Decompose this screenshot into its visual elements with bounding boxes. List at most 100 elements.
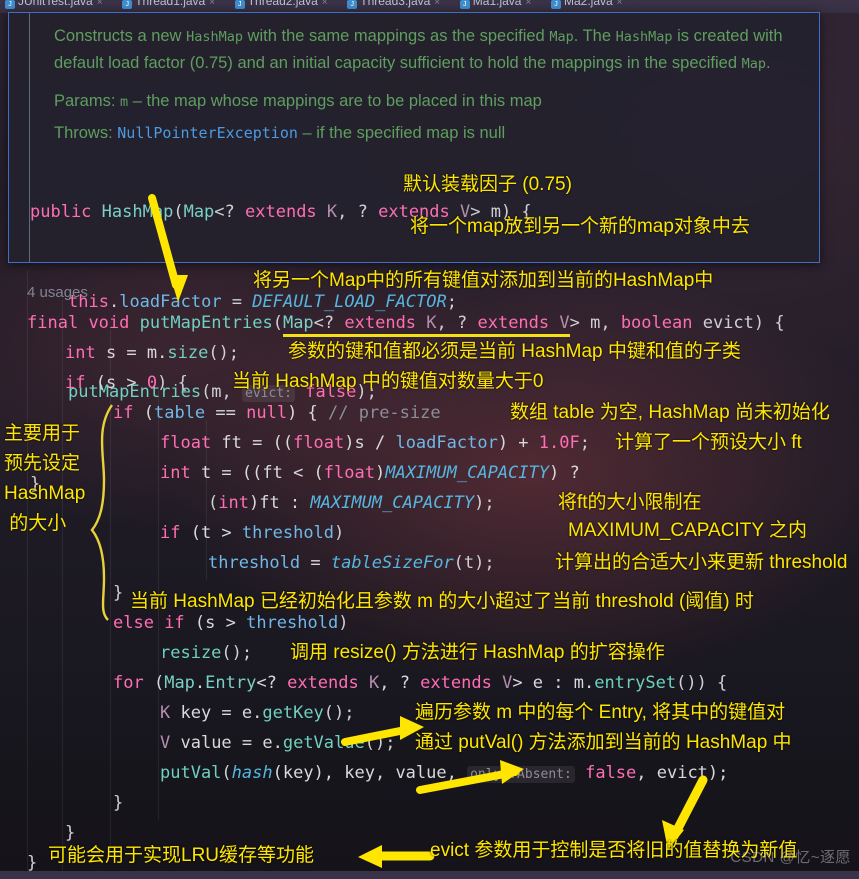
annotation-subtype: 参数的键和值都必须是当前 HashMap 中键和值的子类	[288, 341, 741, 362]
tok-plain: ) ?	[548, 463, 580, 483]
usages-inlay[interactable]: 4 usages	[27, 278, 88, 308]
tok-punc: ()) {	[676, 673, 728, 693]
annotation-presize-ft: 计算了一个预设大小 ft	[615, 432, 802, 453]
code-line-signature[interactable]: final void putMapEntries(Map<? extends K…	[27, 308, 859, 338]
tok-constant: MAXIMUM_CAPACITY	[310, 493, 475, 513]
tab-thread3[interactable]: J Thread3.java ×	[342, 0, 445, 10]
tok-punc: ;	[579, 433, 590, 453]
close-icon[interactable]: ×	[434, 0, 440, 8]
tok-method: putMapEntries	[139, 313, 273, 333]
tok-method: tableSizeFor	[330, 553, 454, 573]
tab-ma2[interactable]: J Ma2.java ×	[546, 0, 628, 10]
tok-class: Entry	[205, 673, 257, 693]
tok-plain: <?	[256, 673, 288, 693]
tok-plain: ) {	[287, 403, 329, 423]
tok-kw: float	[323, 463, 375, 483]
code-line-for[interactable]: for (Map.Entry<? extends K, ? extends V>…	[113, 668, 859, 698]
tab-junittest[interactable]: J JUnitTest.java ×	[0, 0, 108, 10]
annotation-add-all-entries: 将另一个Map中的所有键值对添加到当前的HashMap中	[253, 270, 714, 291]
annotation-exceed-threshold: 当前 HashMap 已经初始化且参数 m 的大小超过了当前 threshold…	[130, 591, 754, 612]
doc-text: .	[766, 54, 771, 72]
ide-window: J JUnitTest.java × J Thread1.java × J Thread2…	[0, 0, 859, 879]
tok-kw: float	[293, 433, 345, 453]
tok-punc: (t);	[453, 553, 495, 573]
java-file-icon: J	[234, 0, 245, 9]
tab-label: Thread1.java	[135, 0, 206, 8]
tok-class: Map	[282, 313, 314, 333]
tok-plain: (	[143, 673, 165, 693]
tok-method: size	[167, 343, 209, 363]
tok-method: getValue	[282, 733, 365, 753]
tok-punc: }	[113, 793, 124, 813]
tok-punc: }	[27, 853, 38, 873]
tab-ma1[interactable]: J Ma1.java ×	[455, 0, 537, 10]
close-icon[interactable]: ×	[322, 0, 328, 8]
tok-type: K	[316, 202, 338, 222]
tok-punc: )	[334, 523, 345, 543]
annotation-update-threshold: 计算出的合适大小来更新 threshold	[555, 552, 848, 573]
tok-punc: (	[272, 313, 283, 333]
tok-type: V	[160, 733, 171, 753]
tok-plain: s = m.	[95, 343, 168, 363]
tok-plain: ==	[205, 403, 247, 423]
tok-type: K	[160, 703, 171, 723]
annotation-iterate-line1: 遍历参数 m 中的每个 Entry, 将其中的键值对	[415, 702, 786, 723]
tok-plain: =	[300, 553, 331, 573]
tok-method: putVal	[160, 763, 222, 783]
tok-class: HashMap	[101, 202, 174, 222]
tok-comment: // pre-size	[328, 403, 441, 423]
tok-punc: }	[113, 583, 124, 603]
doc-text: with the same mappings as the specified	[242, 27, 550, 45]
close-icon[interactable]: ×	[617, 0, 623, 8]
close-icon[interactable]: ×	[209, 0, 215, 8]
close-icon[interactable]: ×	[97, 0, 103, 8]
param-desc: – the map whose mappings are to be place…	[128, 92, 542, 110]
tok-kw: int	[160, 463, 191, 483]
doc-text: . The	[573, 27, 616, 45]
param-name: m	[120, 94, 129, 110]
tok-plain: ft = ((	[211, 433, 294, 453]
tok-kw: extends	[245, 202, 317, 222]
doc-code-hashmap: HashMap	[186, 29, 243, 45]
tok-class: Map	[164, 673, 195, 693]
java-file-icon: J	[5, 0, 15, 9]
tok-method: hash	[231, 763, 273, 783]
tab-thread1[interactable]: J Thread1.java ×	[117, 0, 220, 10]
annotation-limit-line2: MAXIMUM_CAPACITY 之内	[568, 520, 807, 541]
annotation-left-line4: 的大小	[4, 513, 67, 534]
tok-plain: t = ((ft < (	[190, 463, 324, 483]
tok-punc: ) {	[157, 373, 188, 393]
code-line-t[interactable]: int t = ((ft < (float)MAXIMUM_CAPACITY) …	[160, 458, 859, 488]
tab-label: Ma2.java	[563, 0, 613, 8]
code-line-brace-1[interactable]: }	[113, 788, 859, 818]
tok-plain: )ft :	[248, 493, 311, 513]
tab-label: JUnitTest.java	[18, 0, 93, 8]
tok-kw: final	[27, 313, 79, 333]
tok-type: V	[549, 313, 570, 333]
tok-plain: > e : m.	[512, 673, 595, 693]
doc-code-hashmap: HashMap	[615, 29, 673, 45]
tok-plain: , evict);	[636, 763, 729, 783]
tok-punc: ();	[323, 703, 355, 723]
tok-kw: public	[30, 202, 92, 222]
tok-kw: float	[160, 433, 212, 453]
code-line-t2[interactable]: (int)ft : MAXIMUM_CAPACITY);	[208, 488, 859, 518]
tok-plain: value = e.	[170, 733, 283, 753]
tok-kw: int	[65, 343, 96, 363]
tok-punc: (	[208, 493, 219, 513]
annotation-left-line3: HashMap	[4, 483, 86, 504]
tok-punc: (	[173, 202, 184, 222]
tok-plain: (	[133, 403, 154, 423]
java-file-icon: J	[459, 0, 470, 9]
tok-plain: (s >	[184, 613, 247, 633]
tok-field: threshold	[241, 523, 335, 543]
tok-type: K	[358, 673, 380, 693]
doc-code-map: Map	[549, 29, 574, 45]
annotation-default-load-factor: 默认装载因子 (0.75)	[403, 174, 572, 195]
code-line-putval[interactable]: putVal(hash(key), key, value, onlyIfAbse…	[160, 758, 859, 788]
close-icon[interactable]: ×	[525, 0, 531, 8]
tab-thread2[interactable]: J Thread2.java ×	[230, 0, 333, 10]
java-file-icon: J	[347, 0, 358, 9]
java-file-icon: J	[122, 0, 133, 9]
status-bar	[0, 871, 859, 879]
